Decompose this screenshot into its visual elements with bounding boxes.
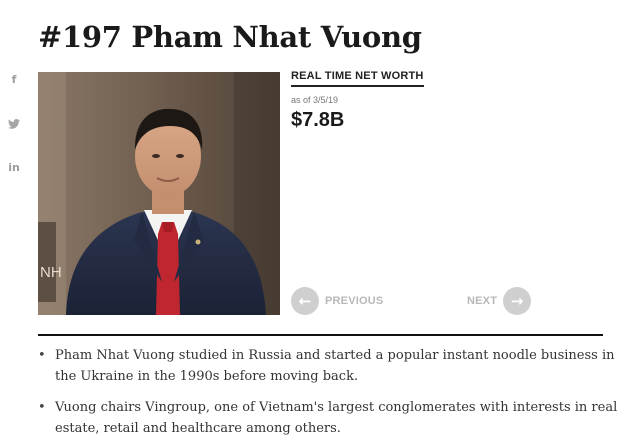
profile-photo: NH <box>38 72 280 315</box>
next-label: NEXT <box>467 295 498 307</box>
bio-bullets: Pham Nhat Vuong studied in Russia and st… <box>38 345 628 446</box>
page-title: #197 Pham Nhat Vuong <box>38 20 422 54</box>
previous-button[interactable]: ← PREVIOUS <box>291 287 383 315</box>
previous-label: PREVIOUS <box>325 295 384 307</box>
net-worth-label[interactable]: REAL TIME NET WORTH <box>291 70 424 87</box>
arrow-left-icon: ← <box>291 287 319 315</box>
net-worth-date: as of 3/5/19 <box>291 95 339 105</box>
list-item: Pham Nhat Vuong studied in Russia and st… <box>38 345 628 387</box>
linkedin-icon[interactable]: in <box>6 160 22 176</box>
wall-sign-text: NH <box>40 264 62 281</box>
twitter-icon[interactable] <box>6 116 22 132</box>
net-worth-value: $7.8B <box>291 109 345 131</box>
facebook-icon[interactable]: f <box>6 72 22 88</box>
arrow-right-icon: → <box>503 287 532 315</box>
list-item: Vuong chairs Vingroup, one of Vietnam's … <box>38 397 628 439</box>
social-share-bar: f in <box>6 72 22 204</box>
section-divider <box>38 334 603 336</box>
next-button[interactable]: NEXT → <box>467 287 532 315</box>
